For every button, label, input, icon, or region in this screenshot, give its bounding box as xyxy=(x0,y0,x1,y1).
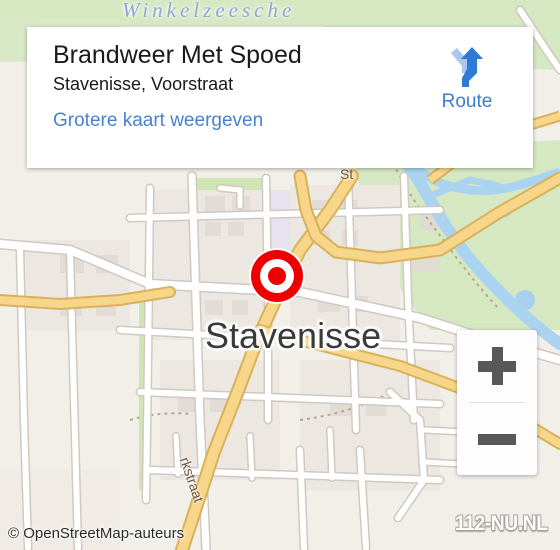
zoom-out-button[interactable] xyxy=(457,403,537,475)
page-title: Brandweer Met Spoed xyxy=(53,41,302,69)
info-card: Brandweer Met Spoed Stavenisse, Voorstra… xyxy=(27,27,533,168)
larger-map-link[interactable]: Grotere kaart weergeven xyxy=(53,110,263,132)
minus-icon xyxy=(478,433,516,445)
info-card-text: Brandweer Met Spoed Stavenisse, Voorstra… xyxy=(53,41,419,168)
zoom-in-button[interactable] xyxy=(457,330,537,402)
route-button[interactable]: Route xyxy=(419,41,515,168)
site-watermark: 112-NU.NL xyxy=(455,512,549,535)
map-attribution[interactable]: © OpenStreetMap-auteurs xyxy=(8,525,184,542)
zoom-control xyxy=(457,330,537,475)
incident-location-marker[interactable] xyxy=(251,250,303,302)
map-screenshot: Winkelzeesche Stavenisse St rkstraat Bra… xyxy=(0,0,560,550)
location-subtitle: Stavenisse, Voorstraat xyxy=(53,73,234,94)
route-label: Route xyxy=(441,91,493,112)
plus-icon xyxy=(478,347,516,385)
route-fork-arrow-icon xyxy=(451,47,483,87)
